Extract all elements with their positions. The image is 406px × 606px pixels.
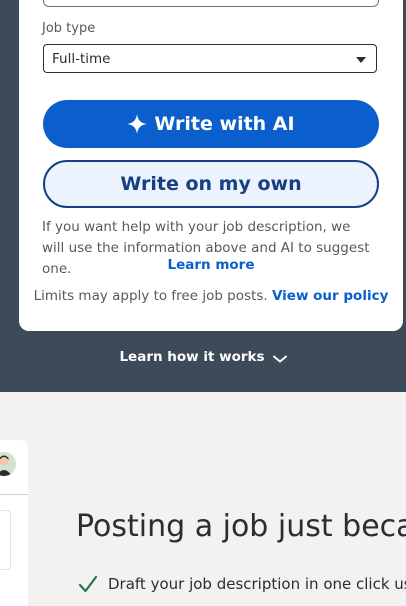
learn-more-label: Learn more — [167, 257, 255, 273]
previous-input-field[interactable] — [43, 0, 379, 7]
learn-how-it-works-toggle[interactable]: Learn how it works — [0, 349, 406, 365]
promo-headline: Posting a job just becar — [76, 509, 406, 544]
limits-text: Limits may apply to free job posts. — [33, 288, 268, 304]
sparkle-icon — [127, 114, 148, 134]
job-type-select[interactable]: Full-time — [43, 44, 377, 73]
learn-how-label: Learn how it works — [119, 349, 265, 365]
write-on-my-own-label: Write on my own — [120, 173, 302, 195]
write-on-my-own-button[interactable]: Write on my own — [43, 160, 379, 208]
job-type-label: Job type — [42, 21, 96, 36]
preview-inner-box — [0, 510, 11, 570]
write-with-ai-label: Write with AI — [154, 113, 295, 135]
job-form-card: Job type Full-time Write with AI Write o… — [19, 0, 403, 331]
page: Job type Full-time Write with AI Write o… — [0, 0, 406, 606]
learn-more-link[interactable]: Learn more — [19, 257, 403, 273]
limits-notice: Limits may apply to free job posts. View… — [19, 288, 403, 304]
view-policy-link[interactable]: View our policy — [272, 288, 388, 304]
write-with-ai-button[interactable]: Write with AI — [43, 100, 379, 148]
promo-bullet-text: Draft your job description in one click … — [108, 575, 406, 593]
check-icon — [78, 574, 98, 594]
caret-down-icon — [356, 57, 366, 63]
top-band: Job type Full-time Write with AI Write o… — [0, 0, 406, 392]
divider — [0, 494, 28, 495]
job-type-value: Full-time — [52, 51, 111, 67]
chevron-down-icon — [272, 355, 287, 363]
